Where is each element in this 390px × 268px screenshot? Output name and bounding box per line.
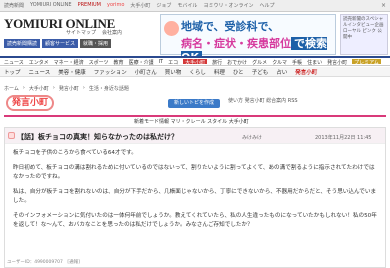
post-title: 【話】板チョコの真実！知らなかったのは私だけ？ bbox=[17, 133, 178, 141]
top-link-help[interactable]: ヘルプ bbox=[259, 2, 274, 9]
subnav-item[interactable]: ニュース bbox=[29, 68, 51, 76]
post-paragraph: 昨日初めて、板チョコの溝は割れるために付いているのではないって、割りたいように割… bbox=[13, 165, 375, 180]
subscribe-button[interactable]: 読売新聞購読 bbox=[4, 39, 41, 48]
breadcrumb: ホーム › 大手小町 › 発言小町 › 生活・身近な話題 bbox=[4, 85, 129, 92]
sub-nav: トップ ニュース 美容・健康 ファッション 小町さん 買い物 くらし 料理 ひと… bbox=[0, 67, 390, 77]
subnav-item[interactable]: 買い物 bbox=[165, 68, 182, 76]
nav-item[interactable]: グルメ bbox=[252, 59, 267, 66]
top-link-job[interactable]: ジョブ bbox=[156, 2, 171, 9]
post-body: 板チョコを子供のころから食べている64才です。 昨日初めて、板チョコの溝は割れる… bbox=[13, 149, 378, 236]
header-sublinks: サイトマップ 会社案内 bbox=[66, 29, 122, 36]
top-link-yorimo[interactable]: yorimo bbox=[107, 2, 124, 9]
subnav-item[interactable]: トップ bbox=[4, 68, 21, 76]
side-ad[interactable]: 読売新聞のスペシャルインタビュー企画 ローヤル ピンク 公開中 bbox=[340, 14, 388, 55]
feature-bar-text[interactable]: 新着モード情報 マリ・クレール スタイル 大手小町 bbox=[134, 118, 249, 125]
nav-item[interactable]: 旅行 bbox=[212, 59, 222, 66]
nav-item[interactable]: ニュース bbox=[4, 59, 24, 66]
top-link-premium[interactable]: PREMIUM bbox=[78, 2, 101, 9]
komachi-logo[interactable]: 発言小町 bbox=[6, 95, 54, 111]
top-utility-bar: 読売新聞 YOMIURI ONLINE PREMIUM yorimo 大手小町 … bbox=[0, 0, 390, 12]
top-link-yo[interactable]: ヨミウリ・オンライン bbox=[203, 2, 253, 9]
top-link-yomiuri[interactable]: 読売新聞 bbox=[4, 2, 24, 9]
subnav-item[interactable]: ひと bbox=[233, 68, 244, 76]
crumb[interactable]: ホーム bbox=[4, 85, 19, 92]
post-date: 2013年11月22日 11:45 bbox=[315, 135, 372, 141]
post-header: 【話】板チョコの真実！知らなかったのは私だけ？ みけみけ 2013年11月22日… bbox=[5, 128, 385, 144]
nav-item-active[interactable]: 大手小町 bbox=[183, 59, 208, 66]
banner-line2a: 病名・症状・疾患部位 bbox=[181, 37, 291, 50]
nav-item[interactable]: 住まい bbox=[307, 59, 322, 66]
subnav-item[interactable]: 美容・健康 bbox=[58, 68, 86, 76]
new-topic-button[interactable]: 新しいトピを作成 bbox=[168, 99, 220, 108]
sitemap-link[interactable]: サイトマップ bbox=[66, 29, 96, 36]
topic-post: 【話】板チョコの真実！知らなかったのは私だけ？ みけみけ 2013年11月22日… bbox=[4, 127, 386, 268]
nav-item[interactable]: クルマ bbox=[272, 59, 287, 66]
nav-item[interactable]: 発言小町 bbox=[327, 59, 347, 66]
crumb[interactable]: 生活・身近な話題 bbox=[89, 85, 129, 92]
post-paragraph: そのインフォメーションに気付いたのは一体何年前でしょうか。教えてくれていたら、私… bbox=[13, 213, 377, 228]
subnav-item[interactable]: くらし bbox=[189, 68, 206, 76]
crumb[interactable]: 発言小町 bbox=[59, 85, 79, 92]
nav-item[interactable]: 教育 bbox=[114, 59, 124, 66]
top-link-online[interactable]: YOMIURI ONLINE bbox=[30, 2, 72, 9]
ad-banner[interactable]: 地域で、受診科で、 病名・症状・疾患部位で検索OK bbox=[160, 14, 336, 64]
subnav-item[interactable]: 小町さん bbox=[135, 68, 157, 76]
nav-item[interactable]: おでかけ bbox=[227, 59, 247, 66]
nav-item[interactable]: IT bbox=[159, 59, 164, 65]
top-utility-links: 読売新聞 YOMIURI ONLINE PREMIUM yorimo 大手小町 … bbox=[0, 0, 390, 11]
nav-item[interactable]: 手帳 bbox=[292, 59, 302, 66]
nav-item[interactable]: マネー・経済 bbox=[54, 59, 84, 66]
nav-item[interactable]: エコ bbox=[168, 59, 178, 66]
help-links[interactable]: 使い方 発言小町 総合案内 RSS bbox=[228, 97, 298, 104]
post-paragraph: 私は、自分が板チョコを割れないのは、自分が下手だから、几帳面じゃないから、丁寧に… bbox=[13, 189, 377, 204]
header-service-links: 読売新聞購読 顧客サービス 就職・採用 bbox=[4, 39, 112, 48]
subnav-item[interactable]: ファッション bbox=[94, 68, 127, 76]
feature-bar: 新着モード情報 マリ・クレール スタイル 大手小町 bbox=[4, 115, 386, 125]
subnav-item[interactable]: 占い bbox=[276, 68, 287, 76]
customer-service-button[interactable]: 顧客サービス bbox=[42, 39, 79, 48]
subnav-item-active[interactable]: 発言小町 bbox=[295, 68, 317, 76]
nav-item[interactable]: プレミアム bbox=[352, 59, 381, 66]
peach-icon bbox=[164, 21, 179, 36]
top-link-komachi[interactable]: 大手小町 bbox=[130, 2, 150, 9]
nav-item[interactable]: エンタメ bbox=[29, 59, 49, 66]
banner-line1: 地域で、受診科で、 bbox=[181, 20, 280, 33]
topic-icon bbox=[8, 132, 15, 139]
post-paragraph: 板チョコを子供のころから食べている64才です。 bbox=[13, 150, 137, 156]
nav-item[interactable]: 医療・介護 bbox=[129, 59, 154, 66]
close-icon[interactable]: × bbox=[381, 2, 386, 9]
recruit-button[interactable]: 就職・採用 bbox=[80, 39, 112, 48]
crumb[interactable]: 大手小町 bbox=[29, 85, 49, 92]
main-nav: ニュース エンタメ マネー・経済 スポーツ 教育 医療・介護 IT エコ 大手小… bbox=[0, 56, 390, 66]
subnav-item[interactable]: 料理 bbox=[214, 68, 225, 76]
company-link[interactable]: 会社案内 bbox=[102, 29, 122, 36]
nav-item[interactable]: スポーツ bbox=[89, 59, 109, 66]
post-author: みけみけ bbox=[242, 135, 263, 141]
user-id[interactable]: ユーザーID：4990009707 [通報] bbox=[7, 259, 80, 265]
top-link-mobile[interactable]: モバイル bbox=[177, 2, 197, 9]
subnav-item[interactable]: 子ども bbox=[252, 68, 269, 76]
